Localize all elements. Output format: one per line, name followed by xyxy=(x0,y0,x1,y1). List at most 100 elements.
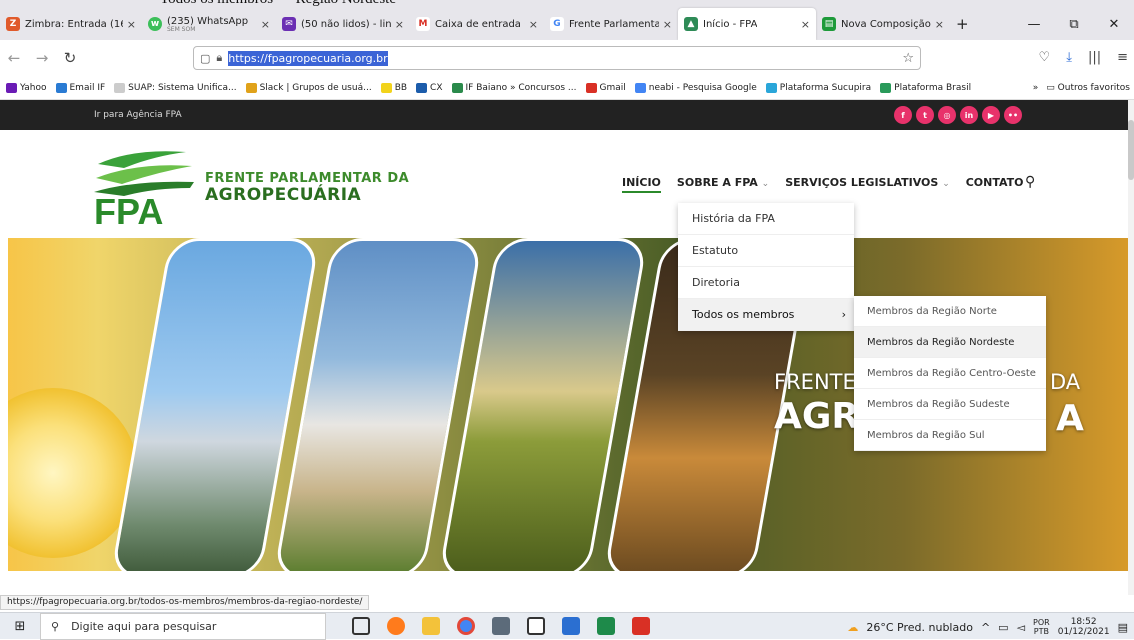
taskbar-apps xyxy=(352,617,650,635)
tab-mail[interactable]: ✉ (50 não lidos) - linea × xyxy=(276,8,410,40)
tab-google[interactable]: G Frente Parlamentar × xyxy=(544,8,678,40)
submenu-item-norte[interactable]: Membros da Região Norte xyxy=(854,296,1046,327)
taskbar: ⊞ ⚲ Digite aqui para pesquisar ☁ 26°C Pre… xyxy=(0,612,1134,640)
youtube-icon[interactable]: ▶ xyxy=(982,106,1000,124)
linkedin-icon[interactable]: in xyxy=(960,106,978,124)
url-text[interactable]: https://fpagropecuaria.org.br xyxy=(228,50,388,66)
close-tab-icon[interactable]: × xyxy=(257,18,270,31)
dropdown-item-todos-membros[interactable]: Todos os membros › xyxy=(678,299,854,331)
facebook-icon[interactable]: f xyxy=(894,106,912,124)
tab-fpa[interactable]: ▲ Início - FPA × xyxy=(678,8,816,40)
firefox-icon[interactable] xyxy=(387,617,405,635)
download-icon[interactable]: ⤓ xyxy=(1066,50,1072,65)
new-tab-button[interactable]: + xyxy=(950,8,980,40)
library-icon[interactable]: ||| xyxy=(1088,50,1101,65)
bookmark-item[interactable]: neabi - Pesquisa Google xyxy=(634,82,757,93)
menu-inicio[interactable]: INÍCIO xyxy=(622,176,661,193)
minimize-button[interactable]: — xyxy=(1014,17,1054,32)
close-window-button[interactable]: ✕ xyxy=(1094,17,1134,32)
bookmark-item[interactable]: BB xyxy=(380,82,407,93)
pocket-icon[interactable]: ♡ xyxy=(1039,50,1051,65)
shield-icon[interactable]: ▢ xyxy=(200,52,210,65)
bookmark-item[interactable]: Plataforma Sucupira xyxy=(765,82,871,93)
reload-icon[interactable]: ↻ xyxy=(56,49,84,67)
bookmark-label: Gmail xyxy=(599,82,626,93)
forward-icon[interactable]: → xyxy=(28,49,56,67)
bookmark-star-icon[interactable]: ☆ xyxy=(902,51,914,66)
bookmark-item[interactable]: Email IF xyxy=(55,82,105,93)
chrome-icon[interactable] xyxy=(457,617,475,635)
volume-icon[interactable]: ◅ xyxy=(1017,621,1025,634)
taskbar-search[interactable]: ⚲ Digite aqui para pesquisar xyxy=(40,612,326,640)
windows-start-icon[interactable]: ⊞ xyxy=(0,619,40,634)
logo-text[interactable]: FRENTE PARLAMENTAR DA AGROPECUÁRIA xyxy=(205,170,409,204)
twitter-icon[interactable]: t xyxy=(916,106,934,124)
file-explorer-icon[interactable] xyxy=(422,617,440,635)
menu-contato[interactable]: CONTATO xyxy=(966,176,1024,193)
scroll-thumb[interactable] xyxy=(1128,120,1134,180)
close-tab-icon[interactable]: × xyxy=(659,18,672,31)
clock[interactable]: 18:52 01/12/2021 xyxy=(1058,617,1110,637)
instagram-icon[interactable]: ◎ xyxy=(938,106,956,124)
bookmark-item[interactable]: Yahoo xyxy=(6,82,47,93)
maximize-button[interactable]: ⧉ xyxy=(1054,17,1094,32)
back-icon[interactable]: ← xyxy=(0,49,28,67)
pdf-icon[interactable] xyxy=(632,617,650,635)
dropdown-item-historia[interactable]: História da FPA xyxy=(678,203,854,235)
bookmark-item[interactable]: Plataforma Brasil xyxy=(880,82,971,93)
flickr-icon[interactable]: •• xyxy=(1004,106,1022,124)
tab-gmail[interactable]: M Caixa de entrada (80 × xyxy=(410,8,544,40)
system-tray: ☁ 26°C Pred. nublado ^ ▭ ◅ POR PTB 18:52 0… xyxy=(847,617,1128,637)
menu-icon[interactable]: ≡ xyxy=(1117,50,1128,65)
tab-nova-composicao[interactable]: ▤ Nova Composição ( × xyxy=(816,8,950,40)
fpa-logo[interactable]: FPA xyxy=(94,142,204,226)
bookmark-item[interactable]: Slack | Grupos de usuá... xyxy=(245,82,372,93)
clock-time: 18:52 xyxy=(1070,617,1097,627)
zimbra-icon: Z xyxy=(6,17,20,31)
address-bar[interactable]: ▢ 🔒︎ https://fpagropecuaria.org.br ☆ xyxy=(193,46,921,70)
tab-label: Início - FPA xyxy=(703,18,758,30)
dropdown-item-estatuto[interactable]: Estatuto xyxy=(678,235,854,267)
menu-sobre-label: SOBRE A FPA xyxy=(676,176,758,189)
dropdown-item-diretoria[interactable]: Diretoria xyxy=(678,267,854,299)
close-tab-icon[interactable]: × xyxy=(525,18,538,31)
word-icon[interactable] xyxy=(562,617,580,635)
close-tab-icon[interactable]: × xyxy=(123,18,136,31)
close-tab-icon[interactable]: × xyxy=(931,18,944,31)
notifications-icon[interactable]: ▤ xyxy=(1118,621,1128,634)
menu-sobre[interactable]: SOBRE A FPA ⌄ xyxy=(677,176,769,193)
search-icon: ⚲ xyxy=(51,619,60,633)
bookmark-item[interactable]: IF Baiano » Concursos ... xyxy=(451,82,577,93)
calculator-icon[interactable] xyxy=(492,617,510,635)
submenu-item-sul[interactable]: Membros da Região Sul xyxy=(854,420,1046,451)
tab-mute-label: SEM SOM xyxy=(167,25,196,33)
network-icon[interactable]: ▭ xyxy=(998,621,1008,634)
menu-servicos[interactable]: SERVIÇOS LEGISLATIVOS ⌄ xyxy=(785,176,950,193)
bookmark-label: neabi - Pesquisa Google xyxy=(648,82,757,93)
other-bookmarks-folder[interactable]: ▭ Outros favoritos xyxy=(1046,83,1130,93)
page-scrollbar[interactable] xyxy=(1128,100,1134,595)
submenu-item-nordeste[interactable]: Membros da Região Nordeste xyxy=(854,327,1046,358)
task-view-icon[interactable] xyxy=(352,617,370,635)
submenu-item-centro-oeste[interactable]: Membros da Região Centro-Oeste xyxy=(854,358,1046,389)
ifbaiano-icon xyxy=(451,82,463,93)
tab-whatsapp[interactable]: w (235) WhatsApp SEM SOM × xyxy=(142,8,276,40)
weather-icon[interactable]: ☁ xyxy=(847,621,858,634)
search-icon[interactable]: ⚲ xyxy=(1025,174,1035,190)
more-bookmarks-icon[interactable]: » xyxy=(1033,83,1039,93)
submenu-item-sudeste[interactable]: Membros da Região Sudeste xyxy=(854,389,1046,420)
agency-link[interactable]: Ir para Agência FPA xyxy=(94,110,182,120)
chevron-up-icon[interactable]: ^ xyxy=(981,621,990,634)
close-tab-icon[interactable]: × xyxy=(797,18,810,31)
weather-text[interactable]: 26°C Pred. nublado xyxy=(866,621,973,634)
lock-icon[interactable]: 🔒︎ xyxy=(216,51,222,65)
bookmark-item[interactable]: SUAP: Sistema Unifica... xyxy=(114,82,237,93)
excel-icon[interactable] xyxy=(597,617,615,635)
bookmark-item[interactable]: Gmail xyxy=(585,82,626,93)
blank-document-icon[interactable] xyxy=(527,617,545,635)
tab-zimbra[interactable]: Z Zimbra: Entrada (16) × xyxy=(0,8,142,40)
bookmark-item[interactable]: CX xyxy=(416,82,443,93)
close-tab-icon[interactable]: × xyxy=(391,18,404,31)
main-menu: INÍCIO SOBRE A FPA ⌄ SERVIÇOS LEGISLATIV… xyxy=(622,176,1040,193)
language-indicator[interactable]: POR PTB xyxy=(1033,618,1050,636)
